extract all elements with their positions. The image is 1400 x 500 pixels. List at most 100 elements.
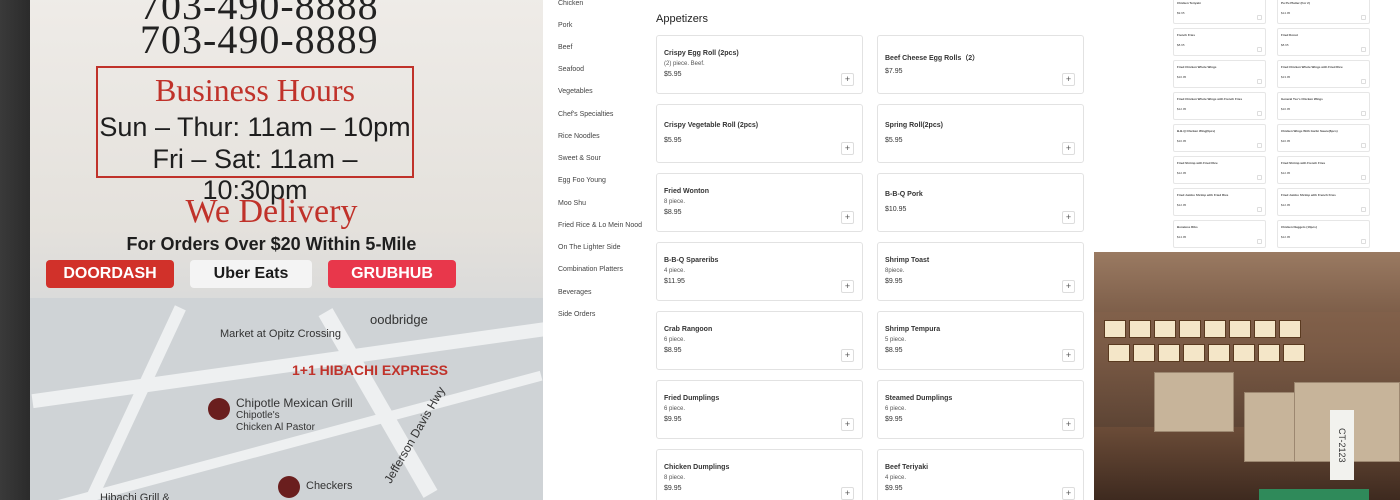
menu-item-card[interactable]: Crispy Egg Roll (2pcs) (2) piece. Beef. $5…	[656, 35, 863, 94]
mini-menu-item-card[interactable]: Fried Chicken Whole Wings with Fried Ric…	[1277, 60, 1370, 88]
category-chefs-specialties[interactable]: Chef's Specialties	[558, 111, 613, 118]
menu-board-photo	[1279, 320, 1301, 338]
menu-item-card[interactable]: Shrimp Toast 8piece. $9.95 +	[877, 242, 1084, 301]
mini-add-button[interactable]	[1257, 175, 1262, 180]
mini-add-button[interactable]	[1361, 207, 1366, 212]
menu-board-photo	[1229, 320, 1251, 338]
mini-menu-item-name: French Fries	[1177, 33, 1196, 37]
mini-menu-item-name: Fried Jumbo Shrimp with Fried Rice	[1177, 193, 1229, 197]
category-vegetables[interactable]: Vegetables	[558, 88, 593, 95]
category-side-orders[interactable]: Side Orders	[558, 311, 595, 318]
mini-add-button[interactable]	[1257, 15, 1262, 20]
mini-menu-item-card[interactable]: Fried Jumbo Shrimp with French Fries $12.…	[1277, 188, 1370, 216]
menu-item-card[interactable]: Fried Dumplings 6 piece. $9.95 +	[656, 380, 863, 439]
add-to-cart-button[interactable]: +	[1062, 142, 1075, 155]
mini-add-button[interactable]	[1361, 175, 1366, 180]
menu-item-name: Crispy Egg Roll (2pcs)	[664, 50, 739, 57]
add-to-cart-button[interactable]: +	[1062, 280, 1075, 293]
mini-menu-item-card[interactable]: Fried Shrimp with French Fries $12.95	[1277, 156, 1370, 184]
mini-menu-item-card[interactable]: Fried Donut $8.95	[1277, 28, 1370, 56]
menu-item-name: Beef Teriyaki	[885, 464, 929, 471]
mini-menu-item-card[interactable]: Boneless Ribs $14.95	[1173, 220, 1266, 248]
mini-menu-item-card[interactable]: Chicken Teriyaki $9.95	[1173, 0, 1266, 24]
add-to-cart-button[interactable]: +	[841, 73, 854, 86]
mini-add-button[interactable]	[1257, 143, 1262, 148]
add-to-cart-button[interactable]: +	[841, 142, 854, 155]
flyer-photo: 703-490-8888 703-490-8889 Business Hours…	[0, 0, 543, 500]
menu-item-card[interactable]: B-B-Q Pork $10.95 +	[877, 173, 1084, 232]
mini-menu-item-card[interactable]: French Fries $8.95	[1173, 28, 1266, 56]
menu-item-card[interactable]: Beef Cheese Egg Rolls（2） $7.95 +	[877, 35, 1084, 94]
add-to-cart-button[interactable]: +	[841, 487, 854, 500]
category-moo-shu[interactable]: Moo Shu	[558, 200, 586, 207]
menu-item-card[interactable]: Shrimp Tempura 5 piece. $8.95 +	[877, 311, 1084, 370]
mini-menu-item-card[interactable]: Chicken Wings With Garlic Sauce(6pcs) $10…	[1277, 124, 1370, 152]
grubhub-logo: GRUBHUB	[328, 260, 456, 288]
category-combination-platters[interactable]: Combination Platters	[558, 266, 623, 273]
category-sidebar: Chicken Pork Beef Seafood Vegetables Che…	[543, 0, 643, 500]
add-to-cart-button[interactable]: +	[841, 418, 854, 431]
menu-item-card[interactable]: Beef Teriyaki 4 piece. $9.95 +	[877, 449, 1084, 500]
category-egg-foo-young[interactable]: Egg Foo Young	[558, 177, 606, 184]
category-beef[interactable]: Beef	[558, 44, 572, 51]
mini-menu-item-card[interactable]: Fried Jumbo Shrimp with Fried Rice $12.95	[1173, 188, 1266, 216]
category-sweet-sour[interactable]: Sweet & Sour	[558, 155, 601, 162]
mini-add-button[interactable]	[1257, 47, 1262, 52]
add-to-cart-button[interactable]: +	[1062, 211, 1075, 224]
mini-add-button[interactable]	[1361, 239, 1366, 244]
menu-item-card[interactable]: Fried Wonton 8 piece. $8.95 +	[656, 173, 863, 232]
mini-menu-item-card[interactable]: B-B-Q Chicken Wing(6pcs) $10.95	[1173, 124, 1266, 152]
mini-menu-item-card[interactable]: Fried Chicken Whole Wings with French Fr…	[1173, 92, 1266, 120]
mini-menu-item-card[interactable]: Fried Shrimp with Fried Rice $12.95	[1173, 156, 1266, 184]
category-rice-noodles[interactable]: Rice Noodles	[558, 133, 600, 140]
menu-item-description: 8piece.	[885, 268, 905, 274]
add-to-cart-button[interactable]: +	[841, 349, 854, 362]
menu-item-card[interactable]: Steamed Dumplings 6 piece. $9.95 +	[877, 380, 1084, 439]
mini-add-button[interactable]	[1257, 207, 1262, 212]
category-beverages[interactable]: Beverages	[558, 289, 591, 296]
mini-menu-item-name: Fried Jumbo Shrimp with French Fries	[1281, 193, 1336, 197]
category-lighter-side[interactable]: On The Lighter Side	[558, 244, 621, 251]
map-label-market: Market at Opitz Crossing	[220, 328, 342, 340]
mini-menu-item-name: Chicken Teriyaki	[1177, 1, 1201, 5]
add-to-cart-button[interactable]: +	[1062, 73, 1075, 86]
menu-item-card[interactable]: Crispy Vegetable Roll (2pcs) $5.95 +	[656, 104, 863, 163]
mini-add-button[interactable]	[1361, 111, 1366, 116]
mini-menu-item-card[interactable]: Chicken Nuggets (10pcs) $12.95	[1277, 220, 1370, 248]
mini-add-button[interactable]	[1361, 79, 1366, 84]
category-seafood[interactable]: Seafood	[558, 66, 584, 73]
add-to-cart-button[interactable]: +	[1062, 487, 1075, 500]
add-to-cart-button[interactable]: +	[1062, 418, 1075, 431]
add-to-cart-button[interactable]: +	[1062, 349, 1075, 362]
business-hours-title: Business Hours	[154, 72, 355, 108]
mini-menu-item-name: Chicken Wings With Garlic Sauce(6pcs)	[1281, 129, 1338, 133]
menu-item-description: 6 piece.	[664, 406, 686, 412]
add-to-cart-button[interactable]: +	[841, 280, 854, 293]
category-pork[interactable]: Pork	[558, 22, 572, 29]
menu-board-photo	[1158, 344, 1180, 362]
category-chicken[interactable]: Chicken	[558, 0, 583, 7]
mini-menu-item-name: Pu Pu Platter (For 2)	[1281, 1, 1310, 5]
mini-add-button[interactable]	[1257, 239, 1262, 244]
mini-menu-item-card[interactable]: General Tso's Chicken Wings $10.95	[1277, 92, 1370, 120]
category-fried-rice-lo-mein[interactable]: Fried Rice & Lo Mein Nood	[558, 222, 642, 229]
menu-item-card[interactable]: Spring Roll(2pcs) $5.95 +	[877, 104, 1084, 163]
mini-add-button[interactable]	[1361, 15, 1366, 20]
mini-menu-item-price: $12.95	[1281, 203, 1291, 207]
ubereats-logo: Uber Eats	[190, 260, 312, 288]
menu-item-card[interactable]: B-B-Q Spareribs 4 piece. $11.95 +	[656, 242, 863, 301]
menu-item-name: B-B-Q Pork	[885, 191, 923, 198]
menu-board-photo	[1133, 344, 1155, 362]
mini-add-button[interactable]	[1361, 47, 1366, 52]
menu-item-card[interactable]: Crab Rangoon 6 piece. $8.95 +	[656, 311, 863, 370]
map-label-checkers: Checkers	[306, 480, 353, 492]
menu-item-name: Crispy Vegetable Roll (2pcs)	[664, 122, 759, 129]
mini-add-button[interactable]	[1257, 79, 1262, 84]
add-to-cart-button[interactable]: +	[841, 211, 854, 224]
mini-add-button[interactable]	[1361, 143, 1366, 148]
mini-menu-item-card[interactable]: Pu Pu Platter (For 2) $14.95	[1277, 0, 1370, 24]
mini-add-button[interactable]	[1257, 111, 1262, 116]
doordash-logo: DOORDASH	[46, 260, 174, 288]
menu-item-card[interactable]: Chicken Dumplings 8 piece. $9.95 +	[656, 449, 863, 500]
mini-menu-item-card[interactable]: Fried Chicken Whole Wings $10.95	[1173, 60, 1266, 88]
